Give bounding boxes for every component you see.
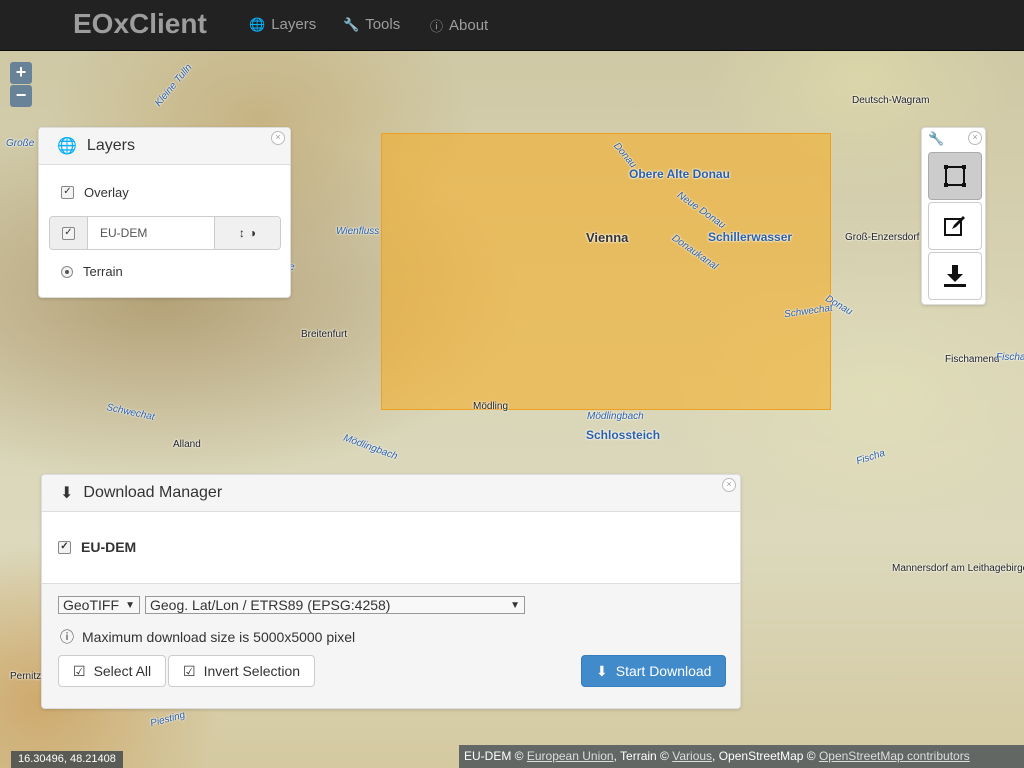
download-icon: ⬇: [596, 662, 608, 679]
top-navbar: EOxClient 🌐 Layers 🔧 Tools ⓘ About: [0, 0, 1024, 51]
map-label-fischa-south: Fischa: [855, 447, 887, 468]
close-icon[interactable]: ×: [968, 131, 982, 145]
contrast-icon: ◑: [248, 226, 257, 240]
terrain-toggle[interactable]: Terrain: [61, 264, 123, 279]
attribution-osm-prefix: , OpenStreetMap ©: [712, 749, 816, 763]
download-layer-checkbox[interactable]: ✓: [58, 540, 71, 554]
map-label-wienfluss: Wienfluss: [336, 226, 380, 237]
layers-panel-header: 🌐 Layers: [39, 128, 290, 165]
map-label-schlossteich: Schlossteich: [586, 428, 661, 442]
layer-checkbox[interactable]: ✓: [62, 226, 75, 240]
max-size-info: ⓘ Maximum download size is 5000x5000 pix…: [60, 627, 355, 647]
map-attribution: EU-DEM © European Union, Terrain © Vario…: [459, 745, 1024, 768]
map-label-gross-enzersdorf: Groß-Enzersdorf: [845, 232, 920, 243]
terrain-radio[interactable]: [61, 265, 73, 278]
max-size-text: Maximum download size is 5000x5000 pixel: [82, 629, 356, 645]
attribution-osm-link[interactable]: OpenStreetMap contributors: [819, 749, 970, 763]
sort-icon: ↕: [238, 226, 245, 240]
format-select[interactable]: GeoTIFF ▼: [58, 596, 140, 614]
nav-item-tools[interactable]: 🔧 Tools: [343, 16, 400, 33]
globe-icon: 🌐: [249, 16, 266, 32]
layer-name: EU-DEM: [100, 226, 148, 240]
tools-panel: 🔧 ×: [921, 127, 986, 305]
invert-selection-label: Invert Selection: [203, 663, 301, 679]
terrain-label: Terrain: [83, 264, 123, 279]
zoom-control: + −: [10, 62, 34, 108]
wrench-icon: 🔧: [928, 131, 945, 146]
zoom-out-button[interactable]: −: [10, 85, 32, 107]
download-options: GeoTIFF ▼ Geog. Lat/Lon / ETRS89 (EPSG:4…: [42, 583, 740, 708]
nav-item-label: Layers: [271, 16, 317, 33]
format-select-value: GeoTIFF: [63, 597, 120, 613]
mouse-coordinates: 16.30496, 48.21408: [11, 751, 123, 768]
download-manager-panel: ⬇ Download Manager × ✓ EU-DEM GeoTIFF ▼ …: [41, 474, 741, 709]
layer-checkbox-wrapper: ✓: [50, 217, 88, 249]
start-download-label: Start Download: [615, 663, 712, 679]
wrench-icon: 🔧: [343, 16, 360, 32]
select-all-label: Select All: [93, 663, 152, 679]
projection-select[interactable]: Geog. Lat/Lon / ETRS89 (EPSG:4258) ▼: [145, 596, 525, 614]
layers-panel: 🌐 Layers × ✓ Overlay ✓ EU-DEM ↕ ◑ Terrai…: [38, 127, 291, 298]
map-label-kleine-tulln: Kleine Tulln: [152, 62, 195, 109]
globe-icon: 🌐: [57, 138, 77, 155]
bounding-box-tool-button[interactable]: [928, 152, 982, 200]
download-tool-button[interactable]: [928, 252, 982, 300]
nav-item-about[interactable]: ⓘ About: [430, 16, 488, 35]
map-label-obere-alte-donau: Obere Alte Donau: [629, 167, 730, 181]
info-icon: ⓘ: [60, 629, 74, 645]
map-label-fischa: Fischa: [996, 352, 1024, 363]
layers-panel-title: Layers: [86, 137, 135, 154]
close-icon[interactable]: ×: [271, 131, 285, 145]
edit-icon: [944, 216, 965, 236]
layer-item-eu-dem: ✓ EU-DEM ↕ ◑: [49, 216, 281, 250]
download-icon: [944, 265, 966, 287]
map-label-schillerwasser: Schillerwasser: [708, 230, 793, 244]
invert-selection-button[interactable]: ☑ Invert Selection: [168, 655, 316, 687]
map-label-moedling: Mödling: [473, 401, 509, 412]
selection-bounding-box[interactable]: [381, 133, 831, 410]
map-label-fischamend: Fischamend: [945, 354, 1000, 365]
bounding-box-icon: [944, 165, 966, 187]
select-all-button[interactable]: ☑ Select All: [58, 655, 167, 687]
map-label-vienna: Vienna: [586, 230, 629, 245]
overlay-checkbox[interactable]: ✓: [61, 186, 74, 199]
layer-options-button[interactable]: ↕ ◑: [214, 217, 280, 249]
map-label-moedlingbach-west: Mödlingbach: [341, 432, 399, 463]
overlay-toggle[interactable]: ✓ Overlay: [61, 185, 129, 200]
map-label-deutsch-wagram: Deutsch-Wagram: [852, 95, 930, 106]
check-square-icon: ☑: [73, 662, 86, 679]
download-manager-title: Download Manager: [83, 484, 223, 501]
download-manager-header: ⬇ Download Manager: [42, 475, 740, 512]
nav-item-label: Tools: [365, 16, 401, 33]
dropdown-arrow-icon: ▼: [125, 599, 135, 611]
nav-item-layers[interactable]: 🌐 Layers: [249, 16, 316, 33]
zoom-in-button[interactable]: +: [10, 62, 32, 84]
map-label-pernitz: Pernitz: [10, 671, 42, 682]
download-layer-label: EU-DEM: [81, 539, 137, 555]
map-label-mannersdorf: Mannersdorf am Leithagebirge: [892, 563, 1024, 574]
attribution-eudem-prefix: EU-DEM ©: [464, 749, 524, 763]
projection-select-value: Geog. Lat/Lon / ETRS89 (EPSG:4258): [150, 597, 391, 613]
map-label-piesting: Piesting: [149, 709, 187, 730]
download-icon: ⬇: [60, 485, 74, 502]
attribution-eudem-link[interactable]: European Union: [527, 749, 614, 763]
attribution-terrain-prefix: , Terrain ©: [613, 749, 669, 763]
edit-tool-button[interactable]: [928, 202, 982, 250]
overlay-label: Overlay: [84, 185, 129, 200]
brand-title[interactable]: EOxClient: [73, 8, 207, 40]
start-download-button[interactable]: ⬇ Start Download: [581, 655, 727, 687]
close-icon[interactable]: ×: [722, 478, 736, 492]
map-label-alland: Alland: [173, 439, 201, 450]
map-label-grosse: Große: [6, 138, 35, 149]
check-square-outline-icon: ☑: [183, 662, 196, 679]
attribution-terrain-link[interactable]: Various: [672, 749, 712, 763]
dropdown-arrow-icon: ▼: [510, 599, 520, 611]
nav-item-label: About: [449, 17, 489, 34]
map-label-schwechat: Schwechat: [105, 402, 156, 423]
map-label-moedlingbach: Mödlingbach: [587, 411, 644, 422]
download-layer-item[interactable]: ✓ EU-DEM: [58, 539, 136, 555]
info-icon: ⓘ: [430, 19, 444, 34]
map-label-breitenfurt: Breitenfurt: [301, 329, 348, 340]
